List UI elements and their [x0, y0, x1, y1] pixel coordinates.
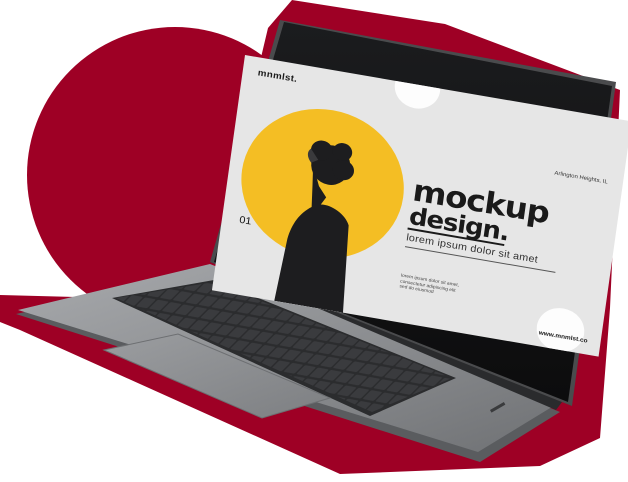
page-number: 01 [238, 214, 253, 228]
laptop-mockup-scene: mnmlst. Arlington Heights, IL mockup des… [0, 0, 628, 482]
